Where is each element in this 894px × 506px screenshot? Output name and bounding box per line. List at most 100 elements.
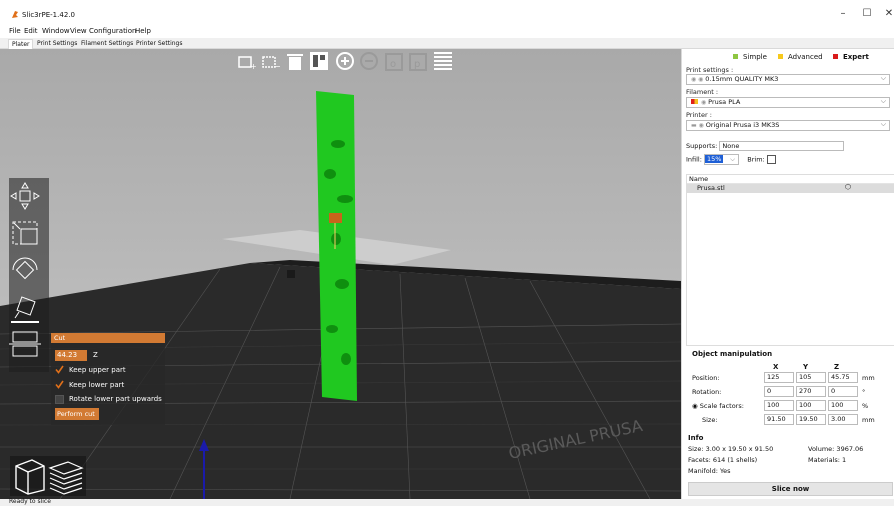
position-x-input[interactable]: 125 (764, 372, 794, 383)
filament-color-icon[interactable] (691, 99, 698, 104)
supports-row: Supports: None (686, 141, 845, 151)
menu-file[interactable]: File (9, 27, 21, 35)
axis-x-label: X (773, 363, 779, 371)
svg-text:+: + (250, 62, 257, 71)
infill-label: Infill: (686, 155, 702, 164)
mode-advanced-label: Advanced (788, 53, 823, 61)
scene-canvas: ORIGINAL PRUSA (0, 49, 681, 499)
svg-text:o: o (390, 59, 396, 70)
status-text: Ready to slice (9, 498, 51, 505)
model-object (316, 91, 357, 401)
mode-simple-label: Simple (743, 53, 767, 61)
remove-instance-icon[interactable] (358, 49, 380, 73)
infill-value: 15% (705, 155, 724, 163)
menu-configuration[interactable]: Configuration (89, 27, 136, 35)
arrange-icon[interactable] (308, 49, 330, 73)
mode-advanced-swatch (778, 54, 783, 59)
delete-object-icon[interactable]: − (260, 49, 282, 73)
add-instance-icon[interactable] (334, 49, 356, 73)
mode-simple[interactable]: Simple (733, 53, 767, 61)
cut-axis-label: Z (93, 351, 98, 359)
size-x-input[interactable]: 91.50 (764, 414, 794, 425)
size-label: Size: (702, 416, 718, 424)
slice-now-button[interactable]: Slice now (688, 482, 893, 496)
sidebar: Simple Advanced Expert Print settings : … (681, 49, 894, 499)
rotation-y-input[interactable]: 270 (796, 386, 826, 397)
status-bar: Ready to slice (0, 498, 894, 506)
supports-label: Supports: (686, 142, 718, 150)
print-settings-select[interactable]: ◉ ◉ 0.15mm QUALITY MK3 ⌵ (686, 74, 890, 85)
size-unit: mm (862, 416, 875, 424)
svg-text:−: − (274, 62, 281, 71)
object-list[interactable]: Name Prusa.stl ⬡ (686, 174, 894, 346)
cut-grabber[interactable] (329, 213, 342, 223)
lock-icon[interactable]: ◉ (692, 402, 698, 410)
axis-z-label: Z (834, 363, 840, 371)
rotation-x-input[interactable]: 0 (764, 386, 794, 397)
keep-upper-checkbox[interactable]: Keep upper part (55, 365, 163, 376)
tab-printer-settings[interactable]: Printer Settings (133, 39, 185, 49)
minimize-button[interactable]: – (830, 8, 856, 22)
brim-checkbox[interactable] (766, 155, 776, 164)
rotation-z-input[interactable]: 0 (828, 386, 858, 397)
info-title: Info (688, 434, 704, 442)
3d-viewport[interactable]: ORIGINAL PRUSA + − o p Cut 44.23 Z Keep … (0, 49, 681, 499)
place-on-face-icon[interactable] (9, 296, 41, 326)
tab-filament-settings[interactable]: Filament Settings (78, 39, 136, 49)
info-volume: Volume: 3967.06 (808, 445, 864, 453)
info-size: Size: 3.00 x 19.50 x 91.50 (688, 445, 774, 453)
menu-edit[interactable]: Edit (24, 27, 38, 35)
tab-print-settings[interactable]: Print Settings (34, 39, 80, 49)
menu-window[interactable]: Window (42, 27, 70, 35)
mode-expert[interactable]: Expert (833, 53, 869, 61)
title-bar: Slic3rPE-1.42.0 – ☐ ✕ (0, 0, 894, 26)
infill-select[interactable]: 15% ⌵ (704, 154, 740, 165)
close-button[interactable]: ✕ (876, 8, 894, 22)
rotate-tool-icon[interactable] (9, 256, 41, 286)
position-y-input[interactable]: 105 (796, 372, 826, 383)
position-z-input[interactable]: 45.75 (828, 372, 858, 383)
print-settings-value: 0.15mm QUALITY MK3 (705, 75, 779, 83)
add-object-icon[interactable]: + (236, 49, 258, 73)
cut-tool-icon[interactable] (9, 328, 41, 358)
info-materials: Materials: 1 (808, 456, 847, 464)
mode-advanced[interactable]: Advanced (778, 53, 823, 61)
split-objects-icon[interactable]: o (383, 49, 405, 73)
rotate-lower-checkbox[interactable]: Rotate lower part upwards (55, 394, 163, 405)
scale-z-input[interactable]: 100 (828, 400, 858, 411)
mode-expert-label: Expert (843, 53, 869, 61)
size-z-input[interactable]: 3.00 (828, 414, 858, 425)
scale-row: ◉ Scale factors: (692, 402, 744, 410)
menu-help[interactable]: Help (135, 27, 151, 35)
filament-select[interactable]: ◉ Prusa PLA ⌵ (686, 97, 890, 108)
tab-plater[interactable]: Plater (8, 39, 34, 49)
layers-editing-icon[interactable] (432, 49, 454, 73)
scale-x-input[interactable]: 100 (764, 400, 794, 411)
scale-tool-icon[interactable] (9, 218, 41, 248)
cut-z-input[interactable]: 44.23 (55, 350, 87, 361)
list-item[interactable]: Prusa.stl ⬡ (687, 183, 894, 193)
move-tool-icon[interactable] (9, 181, 41, 211)
printer-select[interactable]: ▬ ◉ Original Prusa i3 MK3S ⌵ (686, 120, 890, 131)
printer-label: Printer : (686, 111, 712, 119)
size-y-input[interactable]: 19.50 (796, 414, 826, 425)
keep-lower-checkbox[interactable]: Keep lower part (55, 380, 163, 391)
supports-select[interactable]: None (719, 141, 845, 151)
svg-text:p: p (414, 59, 420, 70)
printer-value: Original Prusa i3 MK3S (705, 121, 780, 129)
profile-status-icon: ◉ ◉ (691, 76, 706, 83)
scale-y-input[interactable]: 100 (796, 400, 826, 411)
main-toolbar: + − o p (234, 49, 458, 79)
menu-view[interactable]: View (70, 27, 87, 35)
check-icon (55, 365, 64, 374)
tab-bar: Plater Print Settings Filament Settings … (0, 38, 894, 49)
filament-value: Prusa PLA (708, 98, 741, 106)
delete-all-icon[interactable] (284, 49, 306, 73)
cut-panel: Cut 44.23 Z Keep upper part Keep lower p… (51, 333, 165, 425)
scale-label: Scale factors: (699, 402, 744, 410)
object-settings-icon[interactable]: ⬡ (845, 183, 851, 191)
cut-panel-title: Cut (51, 333, 165, 343)
window-title: Slic3rPE-1.42.0 (22, 11, 75, 19)
split-parts-icon[interactable]: p (407, 49, 429, 73)
perform-cut-button[interactable]: Perform cut (55, 408, 99, 420)
